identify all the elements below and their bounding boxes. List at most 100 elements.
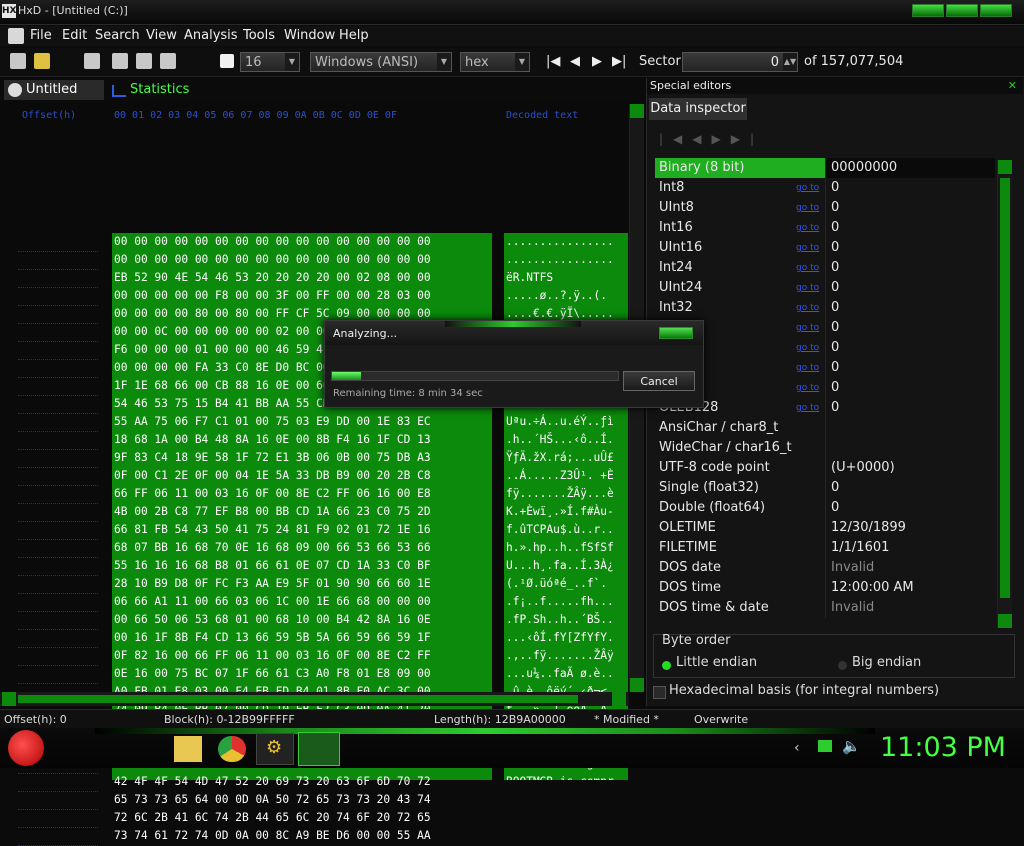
menu-window[interactable]: Window [284,28,335,43]
offset-base-select[interactable]: hex ▼ [460,52,530,72]
scroll-down-icon[interactable] [998,614,1012,628]
inspector-value[interactable]: (U+0000) [831,458,895,478]
hex-row[interactable]: 68 07 BB 16 68 70 0E 16 68 09 00 66 53 6… [114,539,492,557]
big-endian-radio[interactable] [838,661,847,670]
ascii-row[interactable]: ..Á.....Z3Û¹. +È [506,467,628,485]
ascii-row[interactable]: (.¹Ø.üóªé_..f`. [506,575,628,593]
inspector-row[interactable]: Single (float32) 0 [655,478,995,498]
hex-basis-checkbox[interactable] [653,686,666,699]
ascii-row[interactable]: .fP.Sh..h..´BŠ.. [506,611,628,629]
goto-link[interactable]: go to [796,178,819,198]
ascii-row[interactable]: ŸƒÄ.žX.rá;...uÛ£ [506,449,628,467]
ascii-row[interactable]: f.ûTCPAu$.ù..r.. [506,521,628,539]
menu-view[interactable]: View [146,28,177,43]
inspector-row[interactable]: Int24 go to 0 [655,258,995,278]
menu-edit[interactable]: Edit [62,28,87,43]
ascii-row[interactable]: ...u¼..faÃ ø.è.. [506,665,628,683]
ascii-row[interactable]: K.+Èwï¸.»Í.f#Àu- [506,503,628,521]
ascii-row[interactable]: .f¡..f.....fh... [506,593,628,611]
view-icon[interactable] [220,54,234,68]
hex-row[interactable]: 72 6C 2B 41 6C 74 2B 44 65 6C 20 74 6F 2… [114,809,492,827]
inspector-value[interactable]: 0 [831,218,839,238]
tray-arrow-icon[interactable]: ‹ [794,740,800,756]
inspector-nav-icon[interactable]: |◀◀▶▶| [659,132,764,146]
inspector-value[interactable]: 0 [831,498,839,518]
page-icon[interactable] [160,53,176,69]
inspector-value[interactable]: 0 [831,258,839,278]
bytes-per-row-select[interactable]: 16 ▼ [240,52,300,72]
inspector-row[interactable]: go to 0 [655,338,995,358]
inspector-row[interactable]: go to 0 [655,318,995,338]
hex-row[interactable]: 4B 00 2B C8 77 EF B8 00 BB CD 1A 66 23 C… [114,503,492,521]
menu-analysis[interactable]: Analysis [184,28,238,43]
inspector-row[interactable]: UTF-8 code point (U+0000) [655,458,995,478]
cancel-button[interactable]: Cancel [623,371,695,391]
goto-link[interactable]: go to [796,258,819,278]
inspector-row[interactable]: Int16 go to 0 [655,218,995,238]
little-endian-radio[interactable] [662,661,671,670]
hex-row[interactable]: 9F 83 C4 18 9E 58 1F 72 E1 3B 06 0B 00 7… [114,449,492,467]
inspector-row[interactable]: Double (float64) 0 [655,498,995,518]
inspector-row[interactable]: UInt24 go to 0 [655,278,995,298]
goto-link[interactable]: go to [796,398,819,418]
hex-row[interactable]: 28 10 B9 D8 0F FC F3 AA E9 5F 01 90 90 6… [114,575,492,593]
inspector-value[interactable]: 0 [831,318,839,338]
hex-row[interactable]: 66 FF 06 11 00 03 16 0F 00 8E C2 FF 06 1… [114,485,492,503]
ascii-row[interactable]: fÿ.......ŽÂÿ...è [506,485,628,503]
hex-row[interactable]: 00 00 00 00 00 00 00 00 00 00 00 00 00 0… [114,233,492,251]
ascii-row[interactable]: h.».hp..h..fSfSf [506,539,628,557]
inspector-value[interactable]: 1/1/1601 [831,538,889,558]
hex-row[interactable]: 65 73 73 65 64 00 0D 0A 50 72 65 73 73 2… [114,791,492,809]
hex-row[interactable]: 66 81 FB 54 43 50 41 75 24 81 F9 02 01 7… [114,521,492,539]
menu-help[interactable]: Help [339,28,369,43]
inspector-row[interactable]: UInt8 go to 0 [655,198,995,218]
copy-icon[interactable] [112,53,128,69]
hex-row[interactable]: 42 4F 4F 54 4D 47 52 20 69 73 20 63 6F 6… [114,773,492,791]
inspector-value[interactable]: 12:00:00 AM [831,578,914,598]
ascii-row[interactable]: BOOTMGR is compr [506,773,628,780]
inspector-value[interactable]: 12/30/1899 [831,518,906,538]
tab-untitled[interactable]: Untitled (C:) [4,80,104,117]
prev-sector-icon[interactable]: ◀ [570,54,580,69]
start-button[interactable] [8,730,44,766]
ascii-row[interactable]: ................ [506,233,628,251]
hex-row[interactable]: 00 66 50 06 53 68 01 00 68 10 00 B4 42 8… [114,611,492,629]
inspector-value[interactable]: Invalid [831,558,874,578]
ascii-row[interactable]: U...h¸.fa..Í.3À¿ [506,557,628,575]
goto-link[interactable]: go to [796,198,819,218]
disk-icon[interactable] [136,53,152,69]
goto-link[interactable]: go to [796,318,819,338]
ascii-row[interactable]: ëR.NTFS [506,269,628,287]
inspector-value[interactable]: 0 [831,398,839,418]
goto-link[interactable]: go to [796,338,819,358]
hex-row[interactable]: EB 52 90 4E 54 46 53 20 20 20 20 00 02 0… [114,269,492,287]
inspector-row[interactable]: OLEB128go to0 [655,398,995,418]
hex-row[interactable]: 06 66 A1 11 00 66 03 06 1C 00 1E 66 68 0… [114,593,492,611]
scroll-thumb[interactable] [18,695,578,703]
goto-link[interactable]: go to [796,298,819,318]
tab-statistics[interactable]: Statistics [108,80,192,100]
inspector-value[interactable]: 0 [831,378,839,398]
open-folder-icon[interactable] [34,53,50,69]
clock[interactable]: 11:03 PM [880,732,1006,763]
goto-link[interactable]: go to [796,358,819,378]
inspector-row[interactable]: WideChar / char16_t [655,438,995,458]
goto-link[interactable]: go to [796,378,819,398]
hxd-taskbar-button[interactable] [298,732,340,766]
ascii-row[interactable]: Uªu.÷Á..u.éÝ..ƒì [506,413,628,431]
scroll-right-icon[interactable] [612,692,626,706]
network-icon[interactable] [818,740,832,752]
folder-icon[interactable] [174,736,202,762]
minimize-button[interactable] [912,4,944,17]
inspector-scrollbar[interactable] [997,160,1012,628]
sector-input[interactable]: 0 ▲▼ [682,52,798,72]
inspector-value[interactable]: 0 [831,338,839,358]
close-button[interactable] [980,4,1012,17]
inspector-row[interactable]: UInt16 go to 0 [655,238,995,258]
scroll-up-icon[interactable] [630,104,644,118]
inspector-row[interactable]: DOS time 12:00:00 AM [655,578,995,598]
hex-row[interactable]: 00 16 1F 8B F4 CD 13 66 59 5B 5A 66 59 6… [114,629,492,647]
first-sector-icon[interactable]: |◀ [546,54,560,69]
save-icon[interactable] [84,53,100,69]
goto-link[interactable]: go to [796,278,819,298]
